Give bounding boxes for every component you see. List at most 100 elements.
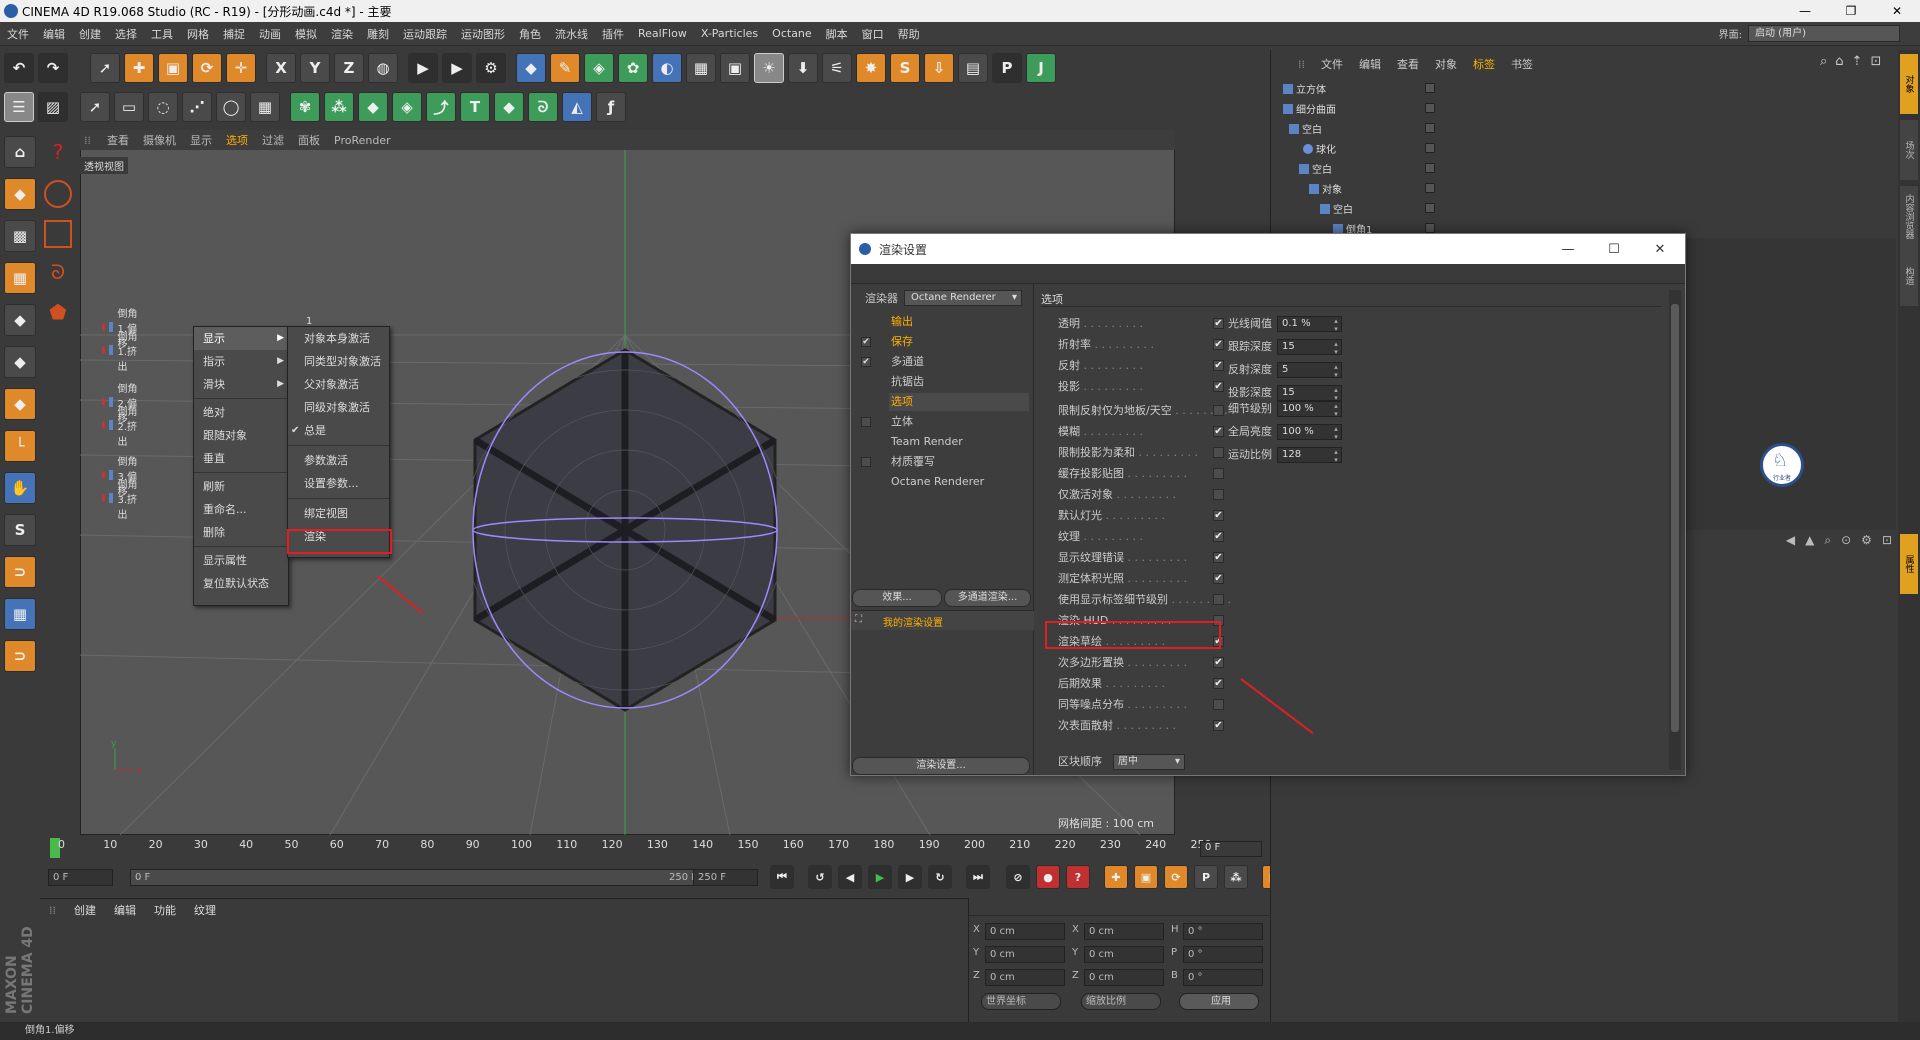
home-icon[interactable]: ⌂ [1835, 54, 1843, 69]
fx-icon[interactable]: ƒ [596, 92, 626, 122]
workplane-icon[interactable]: ▦ [4, 598, 36, 630]
render-nav-item-6[interactable]: Team Render [891, 433, 963, 451]
effect-button[interactable]: 效果... [852, 589, 942, 607]
render-nav-item-3[interactable]: 抗锯齿 [891, 373, 924, 391]
render-nav-item-1[interactable]: 保存 [891, 333, 913, 351]
end-frame-field[interactable]: 250 F [693, 869, 758, 886]
dialog-close-button[interactable]: ✕ [1637, 234, 1683, 264]
close-button[interactable]: ✕ [1874, 0, 1920, 22]
object-tree-item-2[interactable]: 空白 [1289, 120, 1420, 137]
submenu-item-0[interactable]: 对象本身激活 [288, 327, 389, 350]
visibility-flag-icon[interactable] [1425, 103, 1435, 113]
render-nav-item-8[interactable]: Octane Renderer [891, 473, 984, 491]
ring-select-icon[interactable]: ▦ [250, 92, 280, 122]
hud-object-3[interactable]: 倒角2.挤出 [102, 407, 138, 448]
snap-s-icon[interactable]: S [4, 514, 36, 546]
plugin-jb-icon[interactable]: J [1026, 53, 1056, 83]
mograph-fracture-icon[interactable]: ✾ [290, 92, 320, 122]
nav-checkbox[interactable] [861, 417, 871, 427]
select-tool-icon[interactable]: ➚ [90, 53, 120, 83]
play-icon[interactable]: ▶ [868, 865, 892, 889]
range-slider[interactable]: 0 F 250 F [130, 869, 720, 886]
menu-item-9[interactable]: 渲染 [324, 26, 360, 42]
context-item-5[interactable]: 垂直 [194, 447, 288, 470]
menu-item-14[interactable]: 流水线 [548, 26, 595, 42]
option-checkbox[interactable]: ✔ [1213, 339, 1224, 350]
submenu-item-2[interactable]: 父对象激活 [288, 373, 389, 396]
option-checkbox[interactable]: ✔ [1213, 720, 1224, 731]
render-picture-viewer-icon[interactable]: ▶ [442, 53, 472, 83]
option-checkbox[interactable] [1213, 489, 1224, 500]
visibility-flag-icon[interactable] [1425, 163, 1435, 173]
xparticles-icon[interactable]: ✸ [856, 53, 886, 83]
render-settings-button[interactable]: 渲染设置... [852, 757, 1030, 775]
soft-selection-icon[interactable]: ⊃ [4, 640, 36, 672]
visibility-flag-icon[interactable] [1425, 183, 1435, 193]
field-input-5[interactable]: 100 % [1277, 424, 1342, 441]
submenu-item-3[interactable]: 同级对象激活 [288, 396, 389, 419]
render-nav-item-7[interactable]: 材质覆写 [891, 453, 935, 471]
field-input-6[interactable]: 128 [1277, 447, 1342, 464]
multipass-render-button[interactable]: 多通道渲染... [944, 589, 1031, 607]
menu-item-2[interactable]: 创建 [72, 26, 108, 42]
render-settings-icon[interactable]: ⚙ [476, 53, 506, 83]
menu-item-19[interactable]: 脚本 [819, 26, 855, 42]
menu-item-17[interactable]: X-Particles [694, 27, 765, 40]
menu-item-6[interactable]: 捕捉 [216, 26, 252, 42]
render-nav-item-2[interactable]: 多通道 [891, 353, 924, 371]
viewport-menu-3[interactable]: 选项 [219, 132, 255, 148]
object-tree-item-3[interactable]: 球化 [1303, 140, 1420, 157]
right-tab-4[interactable]: 属性 [1900, 534, 1918, 594]
apply-button[interactable]: 应用 [1179, 993, 1259, 1010]
menu-item-20[interactable]: 窗口 [855, 26, 891, 42]
context-item-1[interactable]: 指示 ▶ [194, 350, 288, 373]
menu-item-16[interactable]: RealFlow [631, 27, 694, 40]
nav-checkbox[interactable]: ✔ [861, 337, 871, 347]
hud-object-5[interactable]: 倒角3.挤出 [102, 480, 138, 521]
key-scale-icon[interactable]: ▣ [1134, 865, 1158, 889]
matrix-icon[interactable]: ⁂ [324, 92, 354, 122]
deformer-icon[interactable]: ◐ [652, 53, 682, 83]
tweak-mode-icon[interactable]: ✋ [4, 472, 36, 504]
model-mode-icon[interactable]: ⌂ [4, 136, 36, 168]
menu-item-10[interactable]: 雕刻 [360, 26, 396, 42]
option-checkbox[interactable] [1213, 594, 1224, 605]
new-attr-window-icon[interactable]: ⊡ [1882, 533, 1892, 548]
object-tree-item-6[interactable]: 空白 [1320, 200, 1420, 217]
coord-field[interactable]: 0 ° [1183, 923, 1263, 940]
field-input-2[interactable]: 5 [1277, 362, 1342, 379]
option-checkbox[interactable]: ✔ [1213, 531, 1224, 542]
attr-search-icon[interactable]: ⌕ [1824, 533, 1831, 548]
undo-icon[interactable]: ↶ [4, 53, 34, 83]
menu-item-4[interactable]: 工具 [144, 26, 180, 42]
x-axis-icon[interactable]: X [266, 53, 296, 83]
mograph-cube-icon[interactable]: ◆ [358, 92, 388, 122]
field-input-3[interactable]: 15 [1277, 385, 1342, 402]
menu-item-3[interactable]: 选择 [108, 26, 144, 42]
options-scrollbar[interactable] [1669, 290, 1681, 770]
search-icon[interactable]: ⌕ [1820, 54, 1827, 69]
context-item-9[interactable]: 显示属性 [194, 549, 288, 572]
right-tab-1[interactable]: 场次 [1900, 120, 1918, 180]
bucket-order-dropdown[interactable]: 居中 ▾ [1113, 754, 1185, 770]
coord-field[interactable]: 0 cm [1084, 969, 1164, 986]
render-view-icon[interactable]: ▶ [408, 53, 438, 83]
field-input-1[interactable]: 15 [1277, 339, 1342, 356]
texture-mode-icon[interactable]: ▨ [38, 92, 68, 122]
back-arrow-icon[interactable]: ◀ [1786, 533, 1795, 548]
right-tab-0[interactable]: 对象 [1900, 54, 1918, 114]
coord-size-select[interactable]: 缩放比例 [1081, 993, 1161, 1010]
material-menu-2[interactable]: 功能 [145, 902, 185, 918]
world-coord-icon[interactable]: ◍ [368, 53, 398, 83]
redo-icon[interactable]: ↷ [38, 53, 68, 83]
help-icon[interactable]: ? [44, 140, 72, 168]
renderer-dropdown[interactable]: Octane Renderer [904, 290, 1022, 306]
option-checkbox[interactable] [1213, 447, 1224, 458]
viewport-menu-1[interactable]: 摄像机 [136, 132, 183, 148]
menu-item-13[interactable]: 角色 [512, 26, 548, 42]
option-checkbox[interactable]: ✔ [1213, 573, 1224, 584]
context-item-10[interactable]: 复位默认状态 [194, 572, 288, 595]
pen-icon[interactable]: ✎ [550, 53, 580, 83]
object-menu-5[interactable]: 书签 [1503, 56, 1541, 72]
preset-row[interactable]: ⛶ 我的渲染设置 [851, 610, 1034, 630]
